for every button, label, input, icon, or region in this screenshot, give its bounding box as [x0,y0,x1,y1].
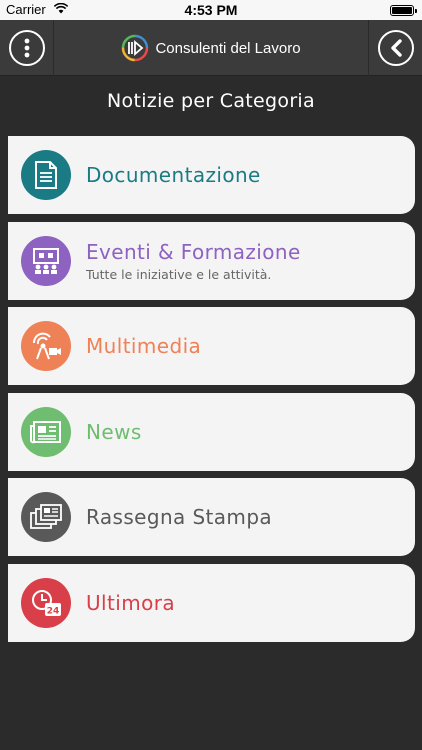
category-item-news[interactable]: News [8,392,415,471]
consulenti-logo-icon [122,34,149,62]
document-icon [35,161,57,189]
category-icon-circle [21,150,71,200]
category-icon-circle [21,492,71,542]
category-label: Ultimora [86,590,175,615]
category-icon-circle [21,321,71,371]
category-label: Eventi & Formazione [86,239,301,264]
category-label: News [86,419,142,444]
svg-text:24: 24 [47,606,60,616]
category-item-documentazione[interactable]: Documentazione [8,136,415,214]
category-item-rassegna-stampa[interactable]: Rassegna Stampa [8,478,415,556]
chevron-left-icon [391,39,402,57]
category-text: Rassegna Stampa [86,478,405,556]
category-item-eventi-formazione[interactable]: Eventi & Formazione Tutte le iniziative … [8,221,415,300]
category-icon-circle [21,235,71,286]
menu-button-wrap [0,20,54,76]
category-text: News [86,393,405,471]
app-header: Consulenti del Lavoro [54,20,368,76]
broadcast-camera-icon [32,332,61,360]
back-button[interactable] [378,30,414,66]
category-text: Ultimora [86,564,405,642]
category-label: Rassegna Stampa [86,505,273,529]
status-bar: Carrier 4:53 PM [0,0,422,20]
category-text: Documentazione [86,136,405,214]
nav-bar: Consulenti del Lavoro [0,20,422,76]
category-label: Documentazione [86,163,261,187]
category-icon-circle [21,406,71,457]
category-item-ultimora[interactable]: 24 Ultimora [8,563,415,642]
vertical-dots-icon [24,38,30,58]
battery-icon [390,5,417,16]
category-item-multimedia[interactable]: Multimedia [8,307,415,385]
page-title: Notizie per Categoria [107,90,315,112]
app-title: Consulenti del Lavoro [155,39,301,57]
category-list: Documentazione Eventi & Formazione Tutte… [8,136,415,649]
status-time: 4:53 PM [184,2,238,18]
presentation-icon [33,247,59,274]
category-subtitle: Tutte le iniziative e le attività. [86,266,272,282]
category-icon-circle: 24 [21,577,71,628]
category-label: Multimedia [86,334,202,358]
newspaper-icon [30,420,61,443]
press-review-icon [30,504,62,529]
clock-24-icon: 24 [32,589,61,616]
menu-button[interactable] [9,30,45,66]
category-text: Multimedia [86,307,405,385]
category-text: Eventi & Formazione Tutte le iniziative … [86,222,405,300]
back-button-wrap [368,20,422,76]
